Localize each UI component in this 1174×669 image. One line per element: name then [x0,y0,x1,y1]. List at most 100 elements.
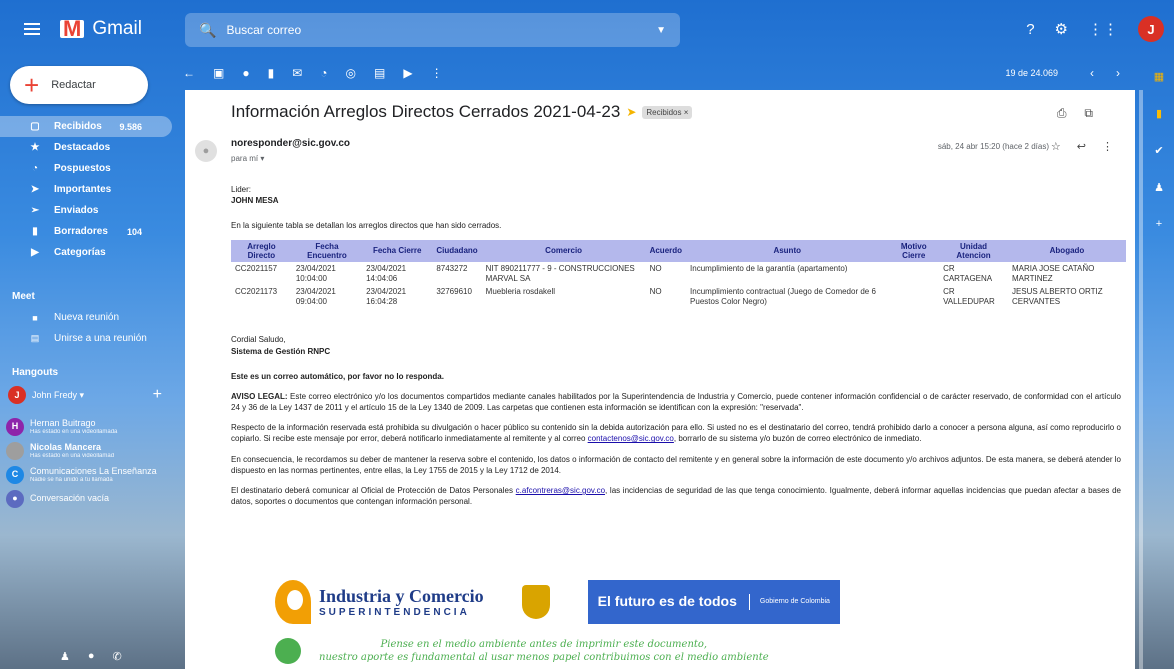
contact-name: Hernan Buitrago [30,417,96,428]
print-icon[interactable]: ⎙ [1057,106,1067,121]
nav-label: Recibidos [54,121,102,132]
dpo-email-link[interactable]: c.afcontreras@sic.gov.co [516,486,605,495]
scrollbar[interactable] [1139,90,1143,669]
table-cell: 8743272 [436,263,468,273]
newer-icon[interactable]: ‹ [1090,66,1094,80]
nav-label: Pospuestos [54,163,111,174]
add-task-icon[interactable]: ◎ [346,66,356,80]
new-meeting-item[interactable]: ■ Nueva reunión [0,307,180,328]
sender-address[interactable]: noresponder@sic.gov.co [231,138,350,149]
arreglos-table: Arreglo Directo Fecha Encuentro Fecha Ci… [231,239,1126,309]
archive-icon[interactable]: ▣ [213,66,224,80]
sidebar-bottom-icons: ♟ ● ✆ [60,650,122,663]
video-icon: ■ [32,312,38,323]
snooze-icon[interactable]: ◔ [320,66,327,80]
legal-title: AVISO LEGAL: [231,391,288,401]
nav-count: 104 [126,226,142,237]
closing-system: Sistema de Gestión RNPC [231,346,331,356]
more-icon[interactable]: ⋮ [431,66,443,80]
labels-icon[interactable]: ▶ [403,66,412,80]
legal-paragraph-4: El destinatario deberá comunicar al Ofic… [231,485,1121,507]
label-icon: ▶ [31,247,39,258]
keep-icon[interactable]: ▮ [1156,107,1162,120]
chat-icon[interactable]: ● [88,650,95,663]
sic-logo: Industria y Comercio SUPERINTENDENCIA [275,580,484,624]
table-cell: NIT 890211777 - 9 - CONSTRUCCIONES MARVA… [485,263,635,283]
important-marker-icon[interactable]: ➤ [626,105,636,119]
nav-item-starred[interactable]: ★ Destacados [0,137,172,158]
nav-item-inbox[interactable]: ▢ Recibidos 9.586 [0,116,172,137]
nav-item-sent[interactable]: ➢ Enviados [0,200,172,221]
nav-item-important[interactable]: ➤ Importantes [0,179,172,200]
add-addon-icon[interactable]: + [1156,218,1162,230]
apps-icon[interactable]: ⋮⋮ [1088,20,1118,38]
main-menu-icon[interactable] [24,28,40,30]
inbox-label-chip[interactable]: Recibidos × [642,105,693,119]
avatar: C [6,466,24,484]
nav-label: Destacados [54,142,111,153]
settings-icon[interactable]: ⚙ [1055,20,1068,38]
reply-icon[interactable]: ↩ [1077,140,1086,153]
open-new-window-icon[interactable]: ⧉ [1084,106,1093,121]
star-icon[interactable]: ☆ [1051,140,1061,153]
back-icon[interactable]: ← [183,66,195,80]
table-cell: 23/04/2021 09:04:00 [295,287,336,306]
search-options-icon[interactable]: ▼ [656,25,666,36]
meet-label: Nueva reunión [54,312,120,323]
help-icon[interactable]: ? [1026,21,1034,38]
search-bar[interactable]: 🔍 Buscar correo ▼ [185,13,680,47]
nav-count: 9.586 [119,121,142,132]
tasks-icon[interactable]: ✔ [1154,144,1163,157]
nav-item-drafts[interactable]: ▮ Borradores 104 [0,221,172,242]
table-cell [888,285,939,308]
message-actions: ☆ ↩ ⋮ [1051,140,1113,153]
sidebar: + Redactar ▢ Recibidos 9.586 ★ Destacados ◔… [0,58,180,669]
recipient-toggle[interactable]: para mí ▾ [231,154,264,163]
inbox-icon: ▢ [30,121,40,132]
hangouts-contact[interactable]: H Hernan Buitrago Has estado en una video… [0,415,180,439]
gobierno-name: Gobierno de Colombia [759,597,830,605]
contacts-icon[interactable]: ♟ [1154,181,1164,194]
join-meeting-item[interactable]: ▤ Unirse a una reunión [0,328,180,349]
table-header: Acuerdo [645,239,687,262]
table-cell: NO [649,287,662,297]
person-icon[interactable]: ♟ [60,650,70,663]
contact-status: Nadie se ha unido a tu llamada [30,476,113,483]
phone-icon[interactable]: ✆ [113,650,122,663]
hangouts-contact[interactable]: Nicolas Mancera Has estado en una videoll… [0,439,180,463]
calendar-icon[interactable]: ▦ [1154,70,1164,83]
email-date: sáb, 24 abr 15:20 (hace 2 días) [937,142,1049,151]
new-chat-icon[interactable]: + [153,386,162,404]
report-spam-icon[interactable]: ● [242,66,249,80]
message-count: 19 de 24.069 [1005,68,1058,78]
older-icon[interactable]: › [1116,66,1120,80]
sic-logo-subtitle: SUPERINTENDENCIA [319,607,470,618]
table-cell: MARIA JOSE CATAÑO MARTINEZ [1011,263,1095,283]
gmail-logo[interactable]: M Gmail [60,18,142,40]
legal-paragraph-1: AVISO LEGAL: Este correo electrónico y/o… [231,391,1121,413]
hangouts-title: Hangouts [12,366,59,378]
table-cell: 23/04/2021 14:04:06 [366,263,407,283]
account-avatar[interactable]: J [1138,16,1164,42]
mark-unread-icon[interactable]: ✉ [292,66,302,80]
top-icons: ? ⚙ ⋮⋮ J [1026,16,1164,42]
more-options-icon[interactable]: ⋮ [1102,140,1113,153]
search-input[interactable]: Buscar correo [226,23,301,37]
footer-logos: Industria y Comercio SUPERINTENDENCIA El… [275,580,840,624]
nav-item-categories[interactable]: ▶ Categorías [0,242,172,263]
delete-icon[interactable]: ▮ [268,66,275,80]
contact-email-link[interactable]: contactenos@sic.gov.co [588,434,674,443]
search-icon[interactable]: 🔍 [199,22,216,39]
move-to-icon[interactable]: ▤ [374,66,385,80]
hangouts-contact[interactable]: C Comunicaciones La Enseñanza Nadie se ha… [0,463,180,487]
compose-plus-icon: + [24,70,40,100]
contact-status: Has estado en una videollamad [30,452,115,459]
nav-item-snoozed[interactable]: ◔ Pospuestos [0,158,172,179]
table-cell: JESUS ALBERTO ORTIZ CERVANTES [1011,287,1103,306]
avatar: H [6,418,24,436]
hangouts-me[interactable]: J John Fredy ▾ + [0,383,180,407]
sic-logo-title: Industria y Comercio [319,586,484,606]
hangouts-contact[interactable]: ● Conversación vacía [0,487,180,511]
meet-label: Unirse a una reunión [54,333,147,344]
compose-button[interactable]: + Redactar [10,66,148,104]
